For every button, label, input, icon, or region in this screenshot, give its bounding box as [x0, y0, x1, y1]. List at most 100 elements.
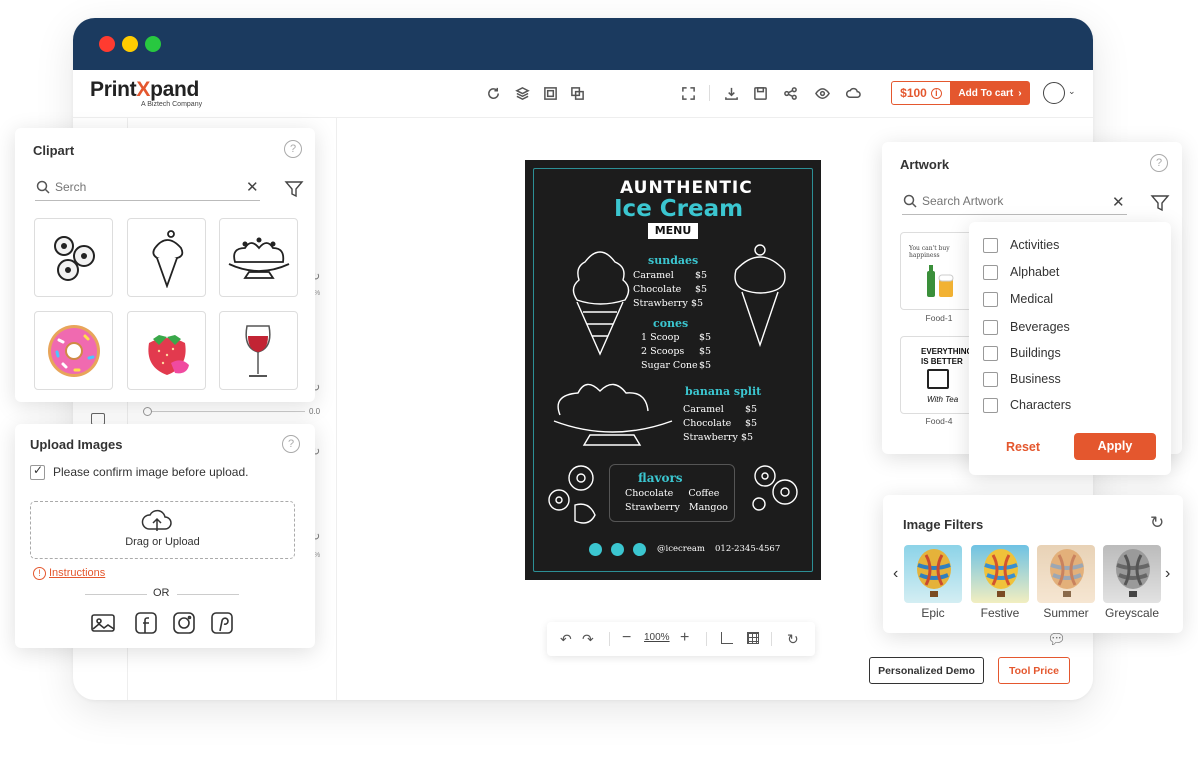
clipart-tile[interactable] — [219, 218, 298, 297]
filter-checkbox[interactable] — [983, 345, 998, 361]
fullscreen-icon[interactable] — [679, 84, 697, 102]
artwork-tile[interactable]: You can't buy happiness — [900, 232, 978, 310]
clear-search-icon[interactable]: ✕ — [1112, 193, 1125, 211]
facebook-icon[interactable] — [134, 611, 158, 635]
download-icon[interactable] — [722, 84, 740, 102]
upload-title: Upload Images — [30, 437, 123, 452]
chevron-left-icon[interactable]: ‹ — [893, 565, 898, 583]
menu-price: $5 — [699, 332, 712, 343]
close-window-dot[interactable] — [99, 36, 115, 52]
zoom-level[interactable]: 100% — [644, 632, 670, 643]
clipart-tile[interactable] — [219, 311, 298, 390]
clipart-tile[interactable] — [34, 311, 113, 390]
personalized-demo-button[interactable]: Personalized Demo — [869, 657, 984, 684]
banana-split-heading: banana split — [685, 385, 762, 398]
gallery-icon[interactable] — [91, 611, 115, 635]
filter-option[interactable]: Medical — [983, 290, 1053, 308]
frame-icon[interactable] — [541, 84, 559, 102]
artwork-caption: Food-1 — [925, 313, 953, 323]
opacity-slider-handle[interactable] — [143, 407, 152, 416]
filter-option[interactable]: Characters — [983, 396, 1071, 414]
ruler-icon[interactable] — [721, 632, 733, 644]
artwork-search-input[interactable] — [922, 192, 1102, 210]
refresh-icon[interactable] — [484, 84, 502, 102]
sundaes-heading: sundaes — [648, 254, 699, 267]
cloud-icon[interactable] — [844, 84, 862, 102]
apply-button[interactable]: Apply — [1074, 433, 1156, 460]
artwork-tile-text: IS BETTER — [921, 357, 963, 366]
filter-option[interactable]: Alphabet — [983, 263, 1059, 281]
menu-item: Chocolate — [683, 418, 732, 429]
menu-price: $5 — [699, 360, 712, 371]
layers-icon[interactable] — [513, 84, 531, 102]
artwork-tile[interactable]: EVERYTHING IS BETTER With Tea — [900, 336, 978, 414]
preview-eye-icon[interactable] — [813, 84, 831, 102]
ice-cream-cone-illustration — [734, 244, 786, 348]
poster-handle: @icecream — [657, 544, 705, 554]
chevron-down-icon[interactable]: ⌄ — [1068, 86, 1076, 97]
filter-option-label: Business — [1010, 372, 1061, 386]
brand-logo[interactable]: PrintXpand — [90, 78, 199, 102]
zoom-out-icon[interactable]: − — [622, 629, 631, 647]
chevron-right-icon[interactable]: › — [1165, 565, 1170, 583]
filter-checkbox[interactable] — [983, 264, 998, 280]
filter-checkbox[interactable] — [983, 371, 998, 387]
reset-view-icon[interactable]: ↻ — [787, 631, 799, 648]
clear-search-icon[interactable]: ✕ — [246, 178, 259, 196]
mug-icon — [927, 369, 949, 389]
filter-checkbox[interactable] — [983, 319, 998, 335]
help-icon[interactable]: ? — [1150, 154, 1168, 172]
filter-checkbox[interactable] — [983, 237, 998, 253]
filter-option[interactable]: Activities — [983, 236, 1059, 254]
filter-option[interactable]: Business — [983, 370, 1061, 388]
filter-option[interactable]: Beverages — [983, 318, 1070, 336]
user-avatar-icon[interactable] — [1043, 82, 1065, 104]
pinterest-icon[interactable] — [210, 611, 234, 635]
zoom-in-icon[interactable]: + — [680, 629, 689, 647]
artwork-title: Artwork — [900, 157, 950, 172]
filter-thumb-festive[interactable] — [971, 545, 1029, 603]
duplicate-icon[interactable] — [568, 84, 586, 102]
undo-icon[interactable]: ↶ — [560, 631, 572, 648]
filter-label: Festive — [980, 606, 1020, 620]
filter-icon[interactable] — [284, 179, 304, 199]
help-icon[interactable]: ? — [282, 435, 300, 453]
clipart-tile[interactable] — [127, 218, 206, 297]
filter-icon[interactable] — [1150, 193, 1170, 213]
filter-thumb-summer[interactable] — [1037, 545, 1095, 603]
confirm-upload-checkbox[interactable]: ✓ — [30, 463, 45, 480]
filter-option[interactable]: Buildings — [983, 344, 1061, 362]
save-icon[interactable] — [751, 84, 769, 102]
filter-thumb-epic[interactable] — [904, 545, 962, 603]
instagram-icon[interactable] — [172, 611, 196, 635]
menu-item: 2 Scoops — [641, 346, 685, 357]
tool-price-button[interactable]: Tool Price — [998, 657, 1070, 684]
share-icon[interactable] — [781, 84, 799, 102]
reset-filters-icon[interactable]: ↻ — [1150, 513, 1164, 533]
redo-icon[interactable]: ↷ — [582, 631, 594, 648]
filter-option-label: Alphabet — [1010, 265, 1060, 279]
top-toolbar: PrintXpand A Biztech Company $100 i Add T… — [73, 70, 1093, 118]
maximize-window-dot[interactable] — [145, 36, 161, 52]
hot-air-balloon-image — [917, 549, 951, 597]
toolbar-divider — [706, 632, 707, 646]
clipart-tile[interactable] — [34, 218, 113, 297]
price-button[interactable]: $100 i — [891, 81, 951, 105]
add-to-cart-button[interactable]: Add To cart › — [950, 81, 1030, 105]
reset-button[interactable]: Reset — [1006, 440, 1040, 454]
help-icon[interactable]: ? — [284, 140, 302, 158]
grid-icon[interactable] — [747, 632, 759, 644]
clipart-search-input[interactable] — [55, 178, 235, 196]
menu-poster-design[interactable]: AUNTHENTIC Ice Cream MENU sundaes Carame… — [525, 160, 821, 580]
instructions-link[interactable]: Instructions — [49, 567, 105, 579]
minimize-window-dot[interactable] — [122, 36, 138, 52]
upload-drop-zone[interactable]: Drag or Upload — [30, 501, 295, 559]
filter-option-label: Buildings — [1010, 346, 1061, 360]
clipart-tile[interactable] — [127, 311, 206, 390]
filter-thumb-greyscale[interactable] — [1103, 545, 1161, 603]
filter-checkbox[interactable] — [983, 291, 998, 307]
filter-checkbox[interactable] — [983, 397, 998, 413]
search-underline — [35, 200, 260, 201]
opacity-slider-track[interactable] — [145, 411, 305, 412]
filter-option-label: Medical — [1010, 292, 1054, 306]
